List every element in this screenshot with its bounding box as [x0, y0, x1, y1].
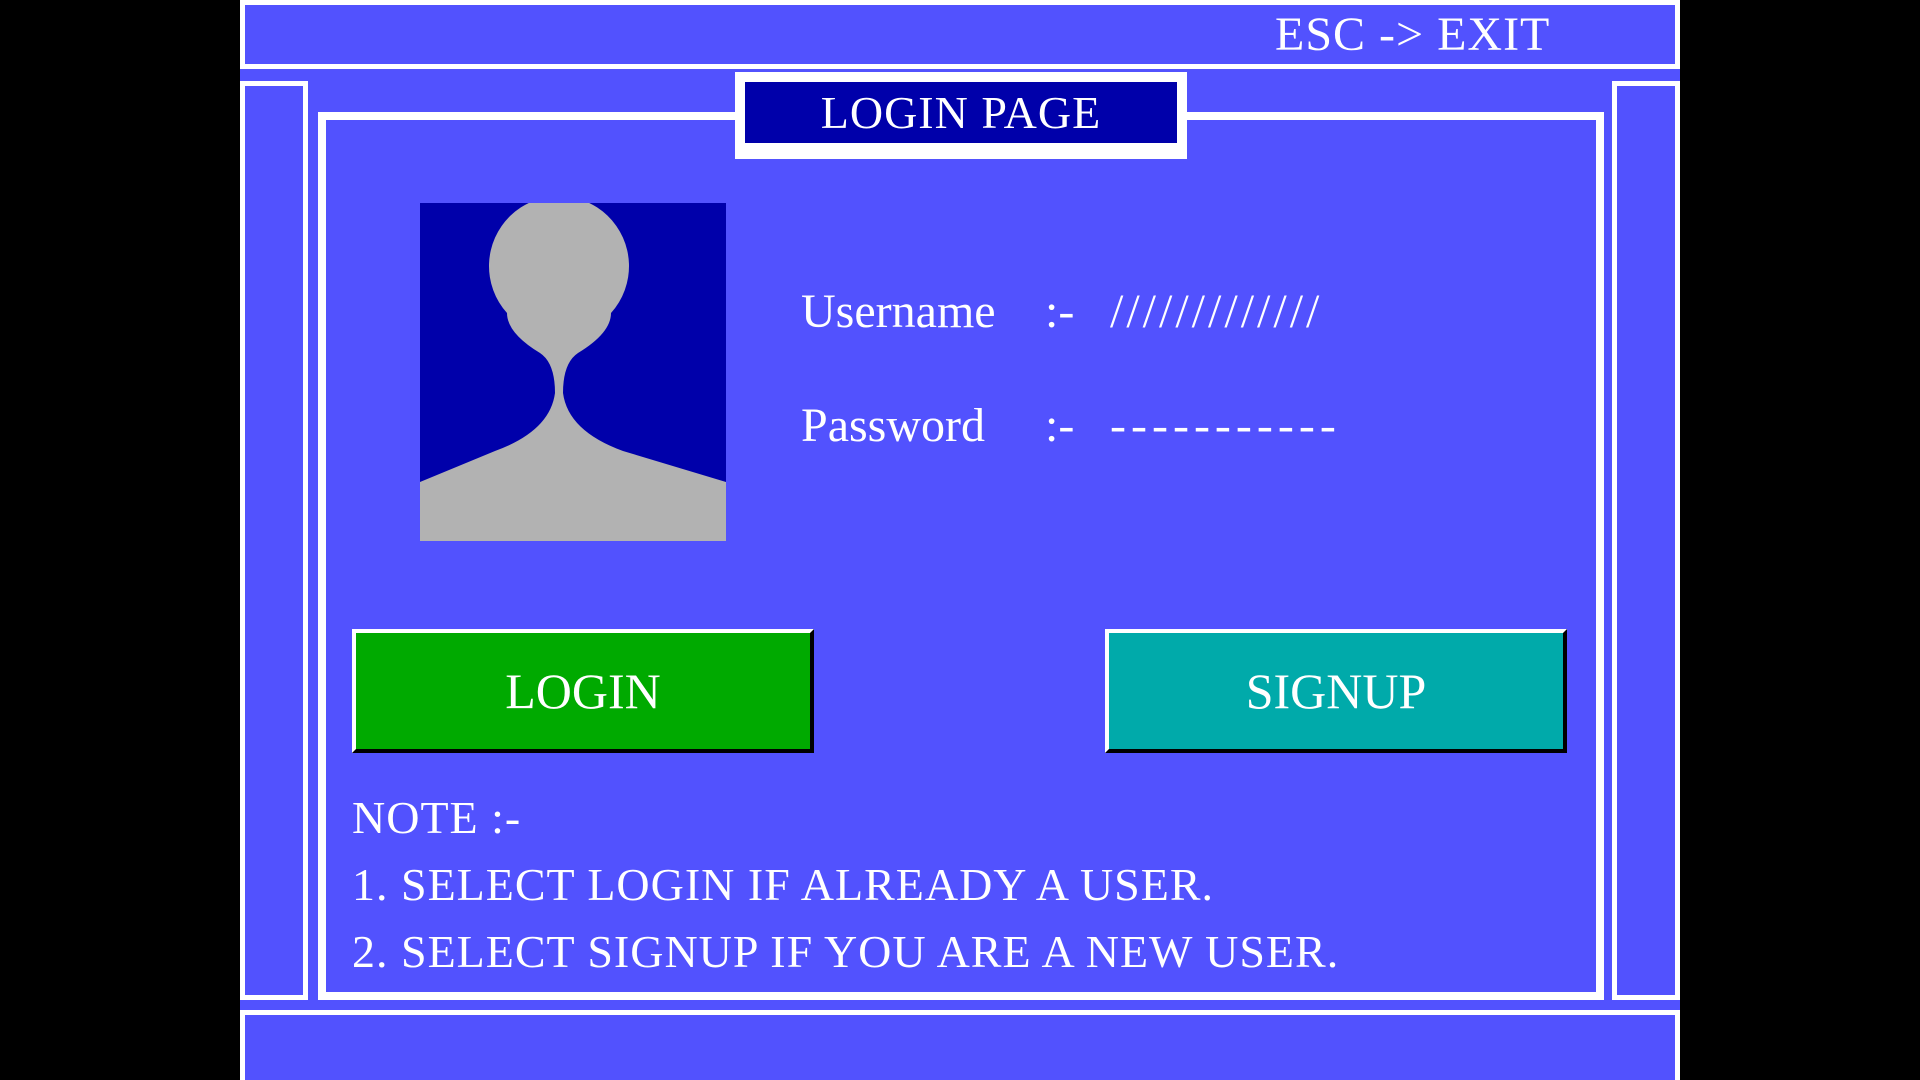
- signup-button[interactable]: SIGNUP: [1105, 629, 1567, 753]
- user-silhouette-icon: [420, 203, 726, 541]
- right-column-border-top: [1612, 81, 1680, 86]
- note-heading: NOTE :-: [352, 792, 522, 843]
- header-left-border: [240, 0, 245, 69]
- footer-right-border: [1675, 1010, 1680, 1080]
- panel-border-left: [318, 112, 326, 1000]
- note-line: 2. SELECT SIGNUP IF YOU ARE A NEW USER.: [352, 926, 1340, 977]
- password-input[interactable]: -----------: [1110, 396, 1341, 456]
- header-right-border: [1675, 0, 1680, 69]
- left-column-border-bottom: [240, 995, 308, 1000]
- page-title: LOGIN PAGE: [745, 82, 1177, 143]
- note-line: 1. SELECT LOGIN IF ALREADY A USER.: [352, 859, 1215, 910]
- title-frame: LOGIN PAGE: [735, 72, 1187, 159]
- password-label: Password: [801, 399, 986, 452]
- footer-top-border: [240, 1010, 1680, 1015]
- left-column-border-left: [240, 81, 245, 1000]
- exit-hint: ESC -> EXIT: [1275, 8, 1551, 61]
- panel-border-right: [1596, 112, 1604, 1000]
- password-separator: :-: [1045, 399, 1075, 452]
- login-button[interactable]: LOGIN: [352, 629, 814, 753]
- panel-border-bottom: [318, 992, 1604, 1000]
- left-column-border-top: [240, 81, 308, 86]
- username-label: Username: [801, 285, 996, 338]
- footer-left-border: [240, 1010, 245, 1080]
- username-input[interactable]: /////////////: [1110, 282, 1322, 342]
- username-separator: :-: [1045, 285, 1075, 338]
- right-column-border-left: [1612, 81, 1617, 1000]
- right-column-border-bottom: [1612, 995, 1680, 1000]
- right-column-border-right: [1675, 81, 1680, 1000]
- left-column-border-right: [303, 81, 308, 1000]
- login-screen: ESC -> EXIT LOGIN PAGE Username :- /////…: [0, 0, 1920, 1080]
